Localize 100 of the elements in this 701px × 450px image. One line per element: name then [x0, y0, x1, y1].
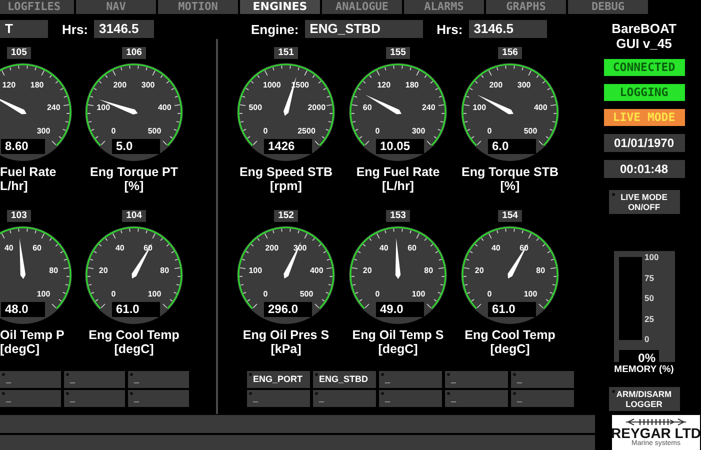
- hours-field[interactable]: 3146.5: [94, 20, 154, 38]
- indicator-button[interactable]: _: [128, 390, 189, 407]
- gauge-title: Eng Torque STB: [460, 165, 560, 179]
- scale-label: 0: [375, 290, 380, 298]
- led-icon: [315, 373, 318, 376]
- indicator-button[interactable]: _: [379, 371, 442, 388]
- indicator-button[interactable]: _: [313, 390, 376, 407]
- hours-field[interactable]: 3146.5: [468, 20, 547, 38]
- scale-label: 2000: [308, 103, 326, 112]
- engine-field[interactable]: T: [0, 20, 48, 38]
- scale-label: 75: [644, 272, 655, 282]
- scale-label: 100: [36, 290, 50, 298]
- scale-label: 100: [412, 290, 426, 298]
- scale-label: 0: [111, 290, 116, 298]
- scale-label: 0: [263, 126, 268, 136]
- gauge-value: 61.0: [488, 302, 536, 317]
- gauge-unit: [degC]: [377, 342, 419, 356]
- gauge-value: 8.60: [1, 139, 45, 154]
- indicator-button[interactable]: _: [0, 371, 61, 388]
- gauge-unit: [%]: [123, 179, 145, 193]
- engine-label: Engine:: [251, 22, 299, 36]
- arm-logger-button[interactable]: ARM/DISARM LOGGER: [608, 387, 680, 411]
- app-title: GUI v_45: [616, 36, 672, 51]
- scale-label: 100: [644, 252, 659, 262]
- gauge-value: 1426: [264, 139, 312, 154]
- scale-label: 20: [98, 266, 108, 276]
- gauge-value: 5.0: [112, 139, 160, 154]
- scale-label: 0: [375, 126, 380, 136]
- scale-label: 0: [487, 290, 492, 298]
- gauge-title: Oil Temp P: [0, 328, 66, 342]
- scale-label: 200: [113, 80, 127, 90]
- indicator-button[interactable]: ENG_STBD: [313, 371, 376, 388]
- led-icon: [447, 373, 450, 376]
- scale-label: 60: [362, 103, 372, 112]
- live-mode-button[interactable]: LIVE MODE ON/OFF: [608, 190, 680, 214]
- gauge-number: 152: [274, 210, 298, 222]
- scale-label: 100: [96, 103, 110, 112]
- scale-label: 2500: [298, 126, 316, 136]
- gauge-number: 151: [274, 47, 298, 59]
- date-display: 01/01/1970: [604, 134, 684, 152]
- gauge-value: 48.0: [1, 302, 45, 317]
- led-icon: [130, 392, 133, 395]
- gauge-number: 105: [7, 47, 31, 59]
- indicator-button[interactable]: _: [379, 390, 442, 407]
- scale-label: 500: [148, 126, 162, 136]
- scale-label: 120: [377, 80, 391, 90]
- engine-field[interactable]: ENG_STBD: [304, 20, 423, 38]
- scale-label: 80: [49, 266, 58, 276]
- led-icon: [249, 392, 252, 395]
- indicator-button[interactable]: ENG_PORT: [247, 371, 310, 388]
- gauge-unit: [kPa]: [270, 342, 302, 356]
- gauge-number: 156: [498, 47, 522, 59]
- led-icon: [447, 392, 450, 395]
- scale-label: 180: [405, 80, 419, 90]
- scale-label: 80: [424, 266, 434, 276]
- fish-logo-icon: [626, 418, 686, 426]
- scale-label: 100: [472, 103, 486, 112]
- scale-label: 0: [111, 126, 116, 136]
- scale-label: 500: [248, 103, 262, 112]
- gauge-unit: [degC]: [489, 342, 531, 356]
- gauge-title: Fuel Rate: [0, 165, 58, 179]
- led-icon: [66, 373, 69, 376]
- indicator-button[interactable]: _: [64, 390, 125, 407]
- indicator-button[interactable]: _: [511, 390, 574, 407]
- indicator-button[interactable]: _: [247, 390, 310, 407]
- gauge-value: 6.0: [488, 139, 536, 154]
- scale-label: 80: [536, 266, 546, 276]
- tab[interactable]: ENGINES: [240, 0, 320, 14]
- hours-label: Hrs:: [62, 22, 88, 36]
- led-icon: [66, 392, 69, 395]
- gauge-number: 106: [122, 47, 146, 59]
- indicator-button[interactable]: _: [64, 371, 125, 388]
- led-icon: [513, 373, 516, 376]
- indicator-button[interactable]: _: [511, 371, 574, 388]
- gauge-title: Eng Cool Temp: [88, 328, 180, 342]
- gauge-number: 153: [386, 210, 410, 222]
- indicator-button[interactable]: _: [0, 390, 61, 407]
- scale-label: 60: [408, 243, 417, 252]
- time-display: 00:01:48: [604, 160, 684, 178]
- indicator-button[interactable]: _: [128, 371, 189, 388]
- gauge-unit: [degC]: [0, 342, 41, 356]
- scale-label: 100: [248, 266, 262, 276]
- indicator-button[interactable]: _: [445, 390, 508, 407]
- hours-label: Hrs:: [436, 22, 463, 36]
- scale-label: 1000: [263, 80, 281, 90]
- scale-label: 400: [534, 103, 548, 112]
- indicator-button[interactable]: _: [445, 371, 508, 388]
- scale-label: 120: [2, 80, 16, 90]
- gauge-value: 10.05: [376, 139, 424, 154]
- led-icon: [612, 193, 614, 196]
- memory-label: MEMORY (%): [614, 364, 674, 376]
- led-icon: [381, 392, 384, 395]
- scale-label: 25: [644, 314, 655, 324]
- scale-label: 40: [379, 243, 388, 252]
- scale-label: 400: [158, 103, 172, 112]
- logo-name: REYGAR LTD: [612, 426, 700, 440]
- gauge-value: 49.0: [376, 302, 424, 317]
- gauge-value: 61.0: [112, 302, 160, 317]
- gauge-title: Eng Torque PT: [89, 165, 179, 179]
- gauge-unit: [rpm]: [269, 179, 303, 193]
